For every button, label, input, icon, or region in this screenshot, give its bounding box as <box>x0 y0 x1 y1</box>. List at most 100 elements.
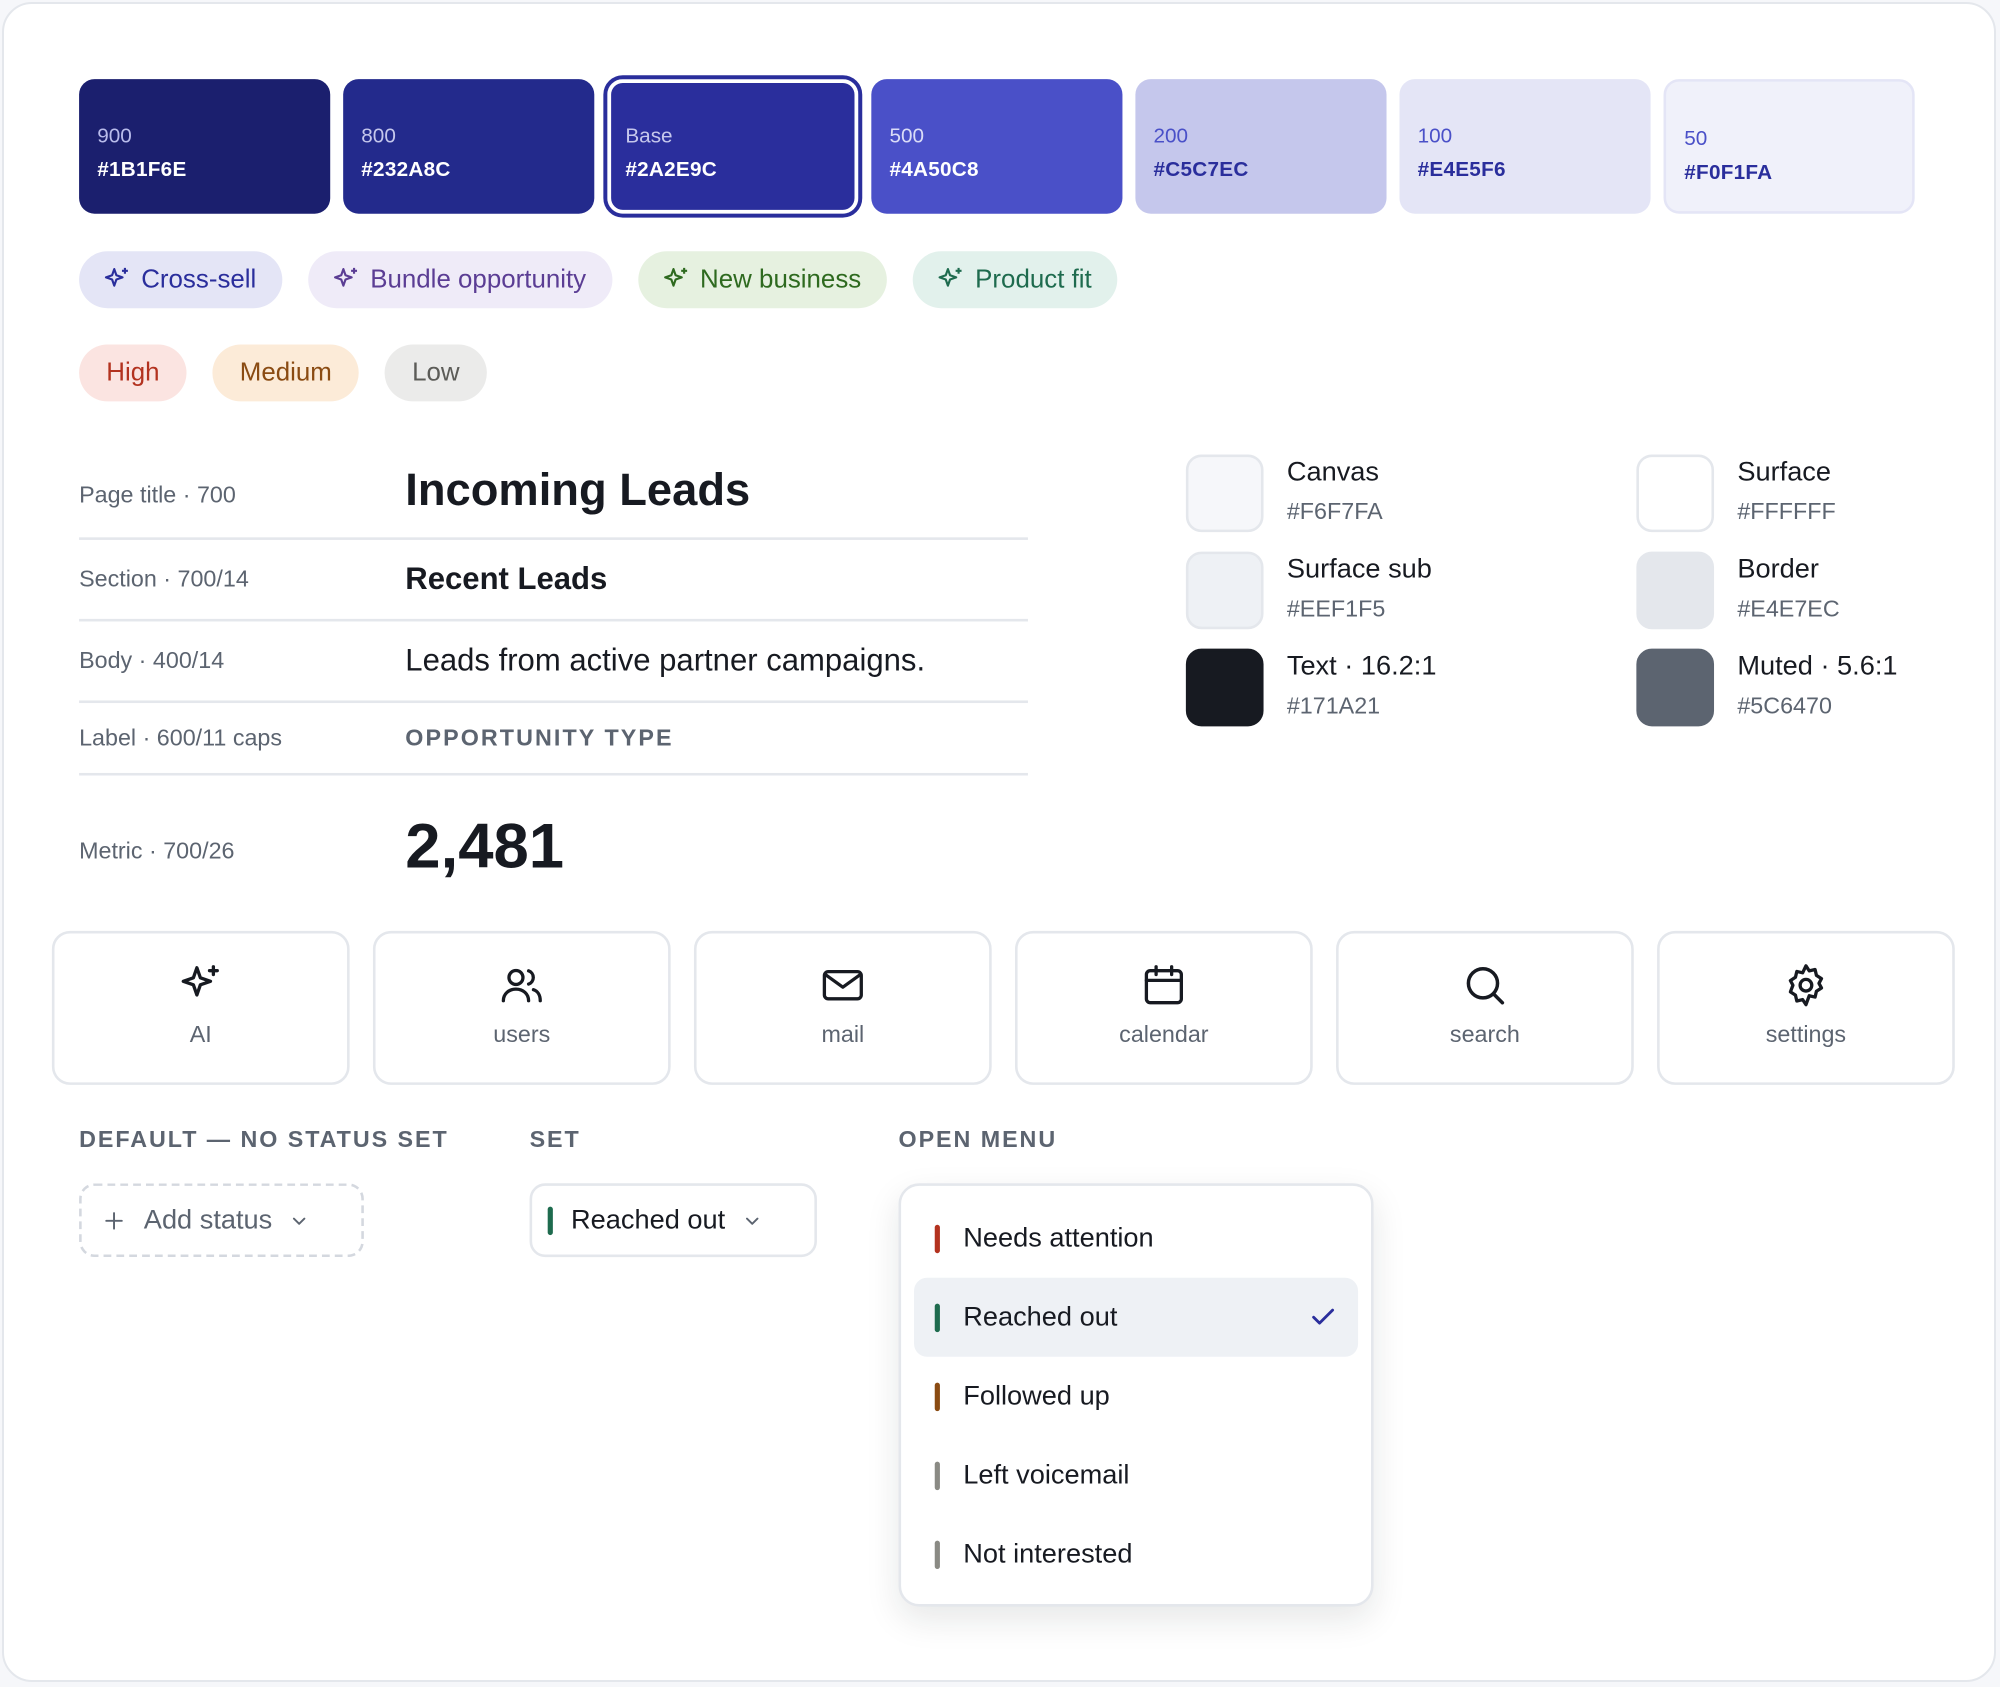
menu-item-reached-out[interactable]: Reached out <box>914 1277 1359 1357</box>
neutral-hex: #EEF1F5 <box>1286 595 1386 622</box>
neutral-chip <box>1185 454 1264 533</box>
check-icon <box>1312 1308 1335 1325</box>
tile-label: mail <box>821 1021 865 1048</box>
open-menu-heading: OPEN MENU <box>898 1126 1058 1153</box>
neutral-muted[interactable]: Muted · 5.6:1 #5C6470 <box>1636 648 1898 727</box>
neutral-hex: #FFFFFF <box>1737 498 1836 525</box>
neutral-name: Surface sub <box>1286 554 1432 584</box>
section-sample: Recent Leads <box>405 561 608 597</box>
swatch-label: 900 <box>97 125 132 148</box>
menu-item-needs-attention[interactable]: Needs attention <box>914 1199 1358 1278</box>
chip-product-fit[interactable]: Product fit <box>913 251 1118 309</box>
swatch-hex: #C5C7EC <box>1153 159 1249 182</box>
metric-sample: 2,481 <box>405 811 565 882</box>
menu-item-left-voicemail[interactable]: Left voicemail <box>914 1436 1358 1515</box>
tile-ai[interactable]: AI <box>51 930 350 1085</box>
neutral-surface-sub[interactable]: Surface sub #EEF1F5 <box>1185 551 1432 630</box>
design-system-card: 900 #1B1F6E 800 #232A8C Base #2A2E9C 500 #4A… <box>2 2 1996 1682</box>
swatch-200[interactable]: 200 #C5C7EC <box>1135 79 1387 214</box>
swatch-900[interactable]: 900 #1B1F6E <box>79 79 331 214</box>
gear-icon <box>1788 964 1824 1007</box>
swatch-hex: #4A50C8 <box>889 159 979 182</box>
neutral-chip <box>1185 648 1264 727</box>
add-status-label: Add status <box>143 1204 273 1235</box>
priority-medium[interactable]: Medium <box>212 344 360 402</box>
tile-users[interactable]: users <box>372 930 671 1085</box>
type-row-page-title: Page title · 700 Incoming Leads <box>79 444 1028 540</box>
neutral-surface[interactable]: Surface #FFFFFF <box>1636 454 1836 533</box>
neutral-chip <box>1185 551 1264 630</box>
sparkle-icon <box>181 965 219 997</box>
swatch-hex: #F0F1FA <box>1684 161 1773 184</box>
menu-item-not-interested[interactable]: Not interested <box>914 1515 1358 1594</box>
search-icon <box>1466 966 1505 1005</box>
menu-item-followed-up[interactable]: Followed up <box>914 1357 1358 1436</box>
chip-cross-sell[interactable]: Cross-sell <box>79 251 283 309</box>
tile-label: settings <box>1765 1021 1847 1048</box>
type-key: Metric · 700/26 <box>79 837 235 863</box>
type-row-section: Section · 700/14 Recent Leads <box>79 540 1028 622</box>
tile-label: search <box>1449 1021 1520 1048</box>
status-color-bar <box>934 1539 940 1569</box>
status-color-bar <box>934 1303 940 1332</box>
neutral-name: Text · 16.2:1 <box>1286 651 1437 682</box>
neutral-name: Muted · 5.6:1 <box>1737 651 1898 682</box>
neutral-canvas[interactable]: Canvas #F6F7FA <box>1185 454 1383 533</box>
priority-high[interactable]: High <box>79 344 187 402</box>
neutral-name: Canvas <box>1286 457 1380 487</box>
chip-bundle-opportunity[interactable]: Bundle opportunity <box>308 251 613 309</box>
brand-swatches: 900 #1B1F6E 800 #232A8C Base #2A2E9C 500 #4A… <box>79 75 1915 218</box>
icon-tiles: AI users mail calendar search settings <box>51 930 1955 1085</box>
chip-label: New business <box>700 264 862 294</box>
swatch-label: 200 <box>1153 125 1189 148</box>
swatch-100[interactable]: 100 #E4E5F6 <box>1399 79 1651 214</box>
tile-mail[interactable]: mail <box>693 930 992 1085</box>
type-row-body: Body · 400/14 Leads from active partner … <box>79 621 1028 704</box>
neutral-hex: #E4E7EC <box>1737 595 1840 622</box>
body-sample: Leads from active partner campaigns. <box>405 642 926 678</box>
neutral-border[interactable]: Border #E4E7EC <box>1636 551 1840 630</box>
swatch-500[interactable]: 500 #4A50C8 <box>871 79 1123 214</box>
chip-label: Cross-sell <box>141 264 257 294</box>
chevron-down-icon <box>746 1216 759 1225</box>
swatch-hex: #232A8C <box>361 159 451 182</box>
neutral-hex: #171A21 <box>1286 692 1381 719</box>
status-select-reached-out[interactable]: Reached out <box>529 1183 817 1258</box>
users-icon <box>501 968 542 1003</box>
page-title-sample: Incoming Leads <box>405 464 751 516</box>
swatch-base[interactable]: Base #2A2E9C <box>603 75 863 218</box>
add-status-button[interactable]: Add status <box>79 1183 364 1258</box>
sparkle-icon <box>938 267 962 287</box>
neutral-hex: #5C6470 <box>1737 692 1832 719</box>
swatch-hex: #1B1F6E <box>97 159 187 182</box>
swatch-label: 100 <box>1417 125 1453 148</box>
type-key: Body · 400/14 <box>79 647 225 674</box>
chip-label: Bundle opportunity <box>370 264 587 294</box>
tile-calendar[interactable]: calendar <box>1015 930 1313 1085</box>
type-row-label: Label · 600/11 caps OPPORTUNITY TYPE <box>79 703 1028 776</box>
default-status-heading: DEFAULT — NO STATUS SET <box>79 1126 449 1153</box>
plus-icon <box>105 1211 123 1229</box>
swatch-50[interactable]: 50 #F0F1FA <box>1663 79 1915 214</box>
neutral-chip <box>1636 454 1715 533</box>
status-color-bar <box>934 1381 940 1411</box>
status-color-bar <box>934 1224 940 1253</box>
status-select-value: Reached out <box>570 1204 726 1235</box>
neutral-name: Border <box>1737 554 1819 584</box>
status-color-bar <box>547 1205 553 1235</box>
tile-search[interactable]: search <box>1336 930 1634 1085</box>
tile-label: calendar <box>1119 1021 1209 1048</box>
type-row-metric: Metric · 700/26 2,481 <box>79 776 1028 918</box>
swatch-label: 500 <box>889 125 925 148</box>
neutral-text[interactable]: Text · 16.2:1 #171A21 <box>1185 648 1437 727</box>
typography-scale: Page title · 700 Incoming Leads Section … <box>79 444 1028 918</box>
swatch-800[interactable]: 800 #232A8C <box>343 79 595 214</box>
neutral-name: Surface <box>1737 457 1832 487</box>
swatch-label: 800 <box>361 125 396 148</box>
status-menu: Needs attention Reached out Followed up … <box>898 1183 1374 1607</box>
set-status-heading: SET <box>529 1126 581 1153</box>
tile-settings[interactable]: settings <box>1657 930 1955 1085</box>
chip-new-business[interactable]: New business <box>637 251 888 309</box>
priority-low[interactable]: Low <box>384 344 487 402</box>
menu-item-label: Not interested <box>963 1538 1133 1569</box>
